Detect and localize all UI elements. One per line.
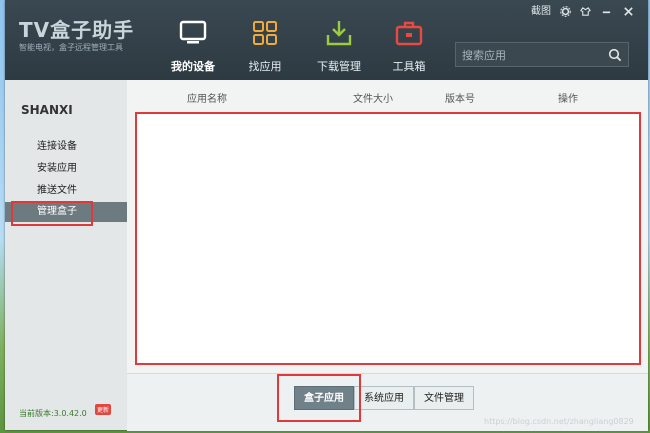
nav-my-devices[interactable]: 我的设备 <box>158 18 228 74</box>
monitor-icon <box>179 20 207 44</box>
gear-icon[interactable] <box>558 4 572 20</box>
download-icon <box>326 21 352 46</box>
search-box <box>455 42 629 67</box>
nav-find-apps[interactable]: 找应用 <box>230 18 300 74</box>
nav-label-find-apps: 找应用 <box>248 60 282 73</box>
nav-download-manager[interactable]: 下载管理 <box>304 18 374 74</box>
minimize-icon[interactable] <box>599 4 613 20</box>
watermark-text: https://blog.csdn.net/zhangliang0829 <box>484 417 634 426</box>
device-name: SHANXI <box>21 103 73 117</box>
app-logo-subtitle: 智能电视，盒子远程管理工具 <box>19 43 123 52</box>
column-header-file-size[interactable]: 文件大小 <box>353 90 393 105</box>
tab-system-apps[interactable]: 系统应用 <box>354 386 414 410</box>
nav-label-toolbox: 工具箱 <box>392 60 426 73</box>
sidebar-item-manage-box[interactable]: 管理盒子 <box>5 202 127 222</box>
shirt-icon[interactable] <box>578 4 592 20</box>
grid-icon <box>253 21 277 45</box>
nav-label-download-manager: 下载管理 <box>317 60 361 73</box>
column-header-app-name[interactable]: 应用名称 <box>187 90 227 105</box>
sidebar-item-connect-device[interactable]: 连接设备 <box>5 137 127 157</box>
search-icon[interactable] <box>608 48 622 62</box>
tab-box-apps[interactable]: 盒子应用 <box>294 386 354 410</box>
search-input[interactable] <box>460 45 604 66</box>
tab-file-manager[interactable]: 文件管理 <box>414 386 474 410</box>
sidebar-item-install-app[interactable]: 安装应用 <box>5 159 127 179</box>
column-header-version[interactable]: 版本号 <box>445 90 475 105</box>
update-badge[interactable]: 更新 <box>95 404 112 415</box>
sidebar: SHANXI 连接设备 安装应用 推送文件 管理盒子 当前版本:3.0.42.0… <box>5 80 127 430</box>
toolbox-icon <box>395 21 423 46</box>
nav-label-my-devices: 我的设备 <box>171 60 215 73</box>
app-logo-title: TV盒子助手 <box>19 18 135 42</box>
app-list[interactable] <box>135 112 641 365</box>
screenshot-button[interactable]: 截图 <box>530 4 552 20</box>
app-window: TV盒子助手 智能电视，盒子远程管理工具 我的设备 找应用 下载管理 工具箱 截… <box>5 0 648 431</box>
header: TV盒子助手 智能电视，盒子远程管理工具 我的设备 找应用 下载管理 工具箱 截… <box>5 0 648 80</box>
sidebar-item-push-file[interactable]: 推送文件 <box>5 181 127 201</box>
nav-toolbox[interactable]: 工具箱 <box>374 18 444 74</box>
column-header-actions[interactable]: 操作 <box>558 90 578 105</box>
main-panel: 应用名称 文件大小 版本号 操作 盒子应用 系统应用 文件管理 <box>127 80 648 431</box>
close-icon[interactable] <box>621 4 635 20</box>
version-text: 当前版本:3.0.42.0 <box>19 409 87 418</box>
